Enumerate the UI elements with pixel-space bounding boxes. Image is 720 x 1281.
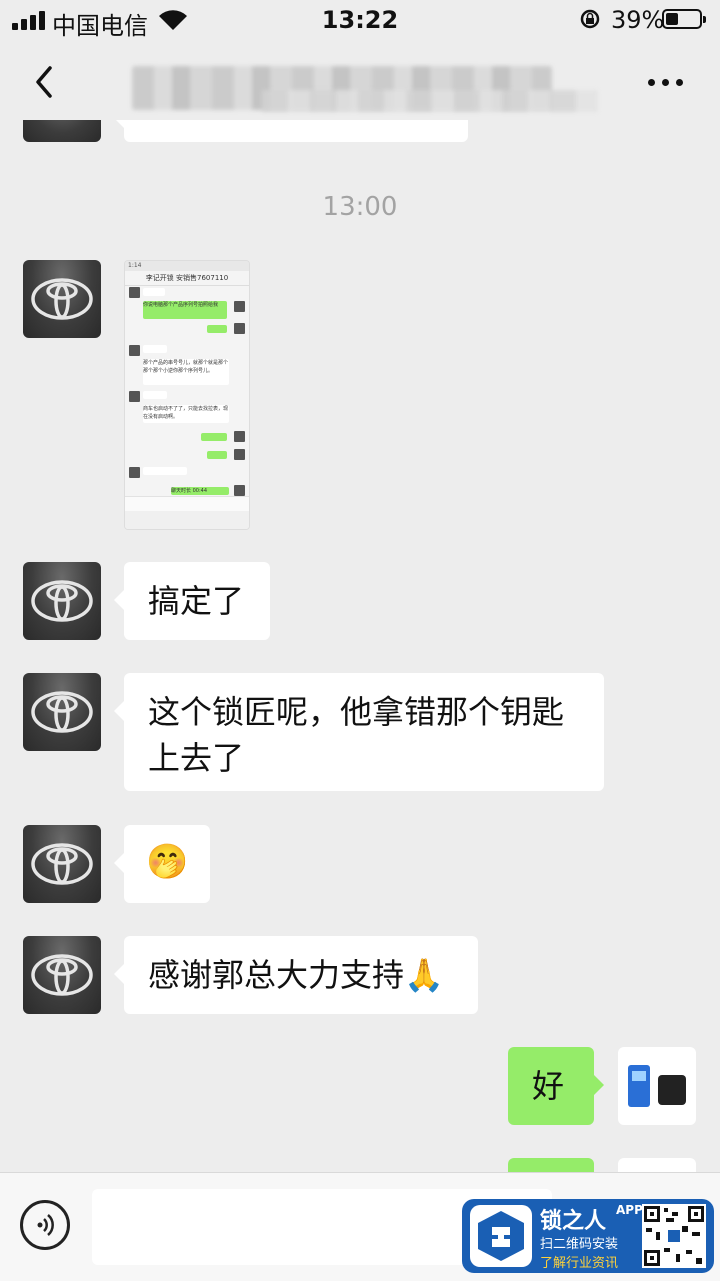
avatar[interactable]	[23, 673, 101, 751]
my-message-bubble[interactable]: 好	[508, 1047, 604, 1125]
chat-screenshot-image[interactable]: 1:14 李记开锁 安销售7607110 你说电脑那个产品序列号拍照给我 那个产…	[124, 260, 250, 530]
watermark-line1: 扫二维码安装	[540, 1237, 619, 1252]
watermark-app: APP	[616, 1203, 643, 1217]
battery-icon	[662, 9, 706, 29]
app-watermark: 锁之人 APP 扫二维码安装 了解行业资讯	[462, 1199, 714, 1273]
emoji-message-bubble[interactable]: 🤭	[114, 825, 210, 903]
message-bubble[interactable]: 感谢郭总大力支持🙏	[114, 936, 478, 1014]
qr-code	[642, 1204, 706, 1268]
timestamp: 13:00	[322, 192, 398, 222]
my-avatar[interactable]	[618, 1158, 696, 1172]
status-bar: 中国电信 13:22 39%	[0, 0, 720, 40]
avatar[interactable]	[23, 260, 101, 338]
my-avatar[interactable]	[618, 1047, 696, 1125]
watermark-line2: 了解行业资讯	[540, 1256, 619, 1271]
more-dots-icon[interactable]	[646, 76, 686, 88]
toyota-logo-icon	[31, 691, 93, 733]
message-bubble[interactable]: 这个锁匠呢，他拿错那个钥匙上去了	[114, 673, 604, 791]
chat-messages[interactable]: 13:00 1:14 李记开锁 安销售7607110 你说电脑那个产品序列号拍照…	[0, 120, 720, 1172]
battery-percent: 39%	[611, 6, 665, 34]
my-message-bubble[interactable]	[508, 1158, 594, 1172]
lock-app-logo-icon	[470, 1205, 532, 1267]
toyota-logo-icon	[31, 278, 93, 320]
chat-subtitle-blurred	[262, 90, 598, 112]
avatar[interactable]	[23, 120, 101, 142]
voice-input-icon[interactable]	[20, 1200, 70, 1250]
face-with-hand-over-mouth-icon: 🤭	[146, 842, 189, 882]
toyota-logo-icon	[31, 580, 93, 622]
rotation-lock-icon	[580, 9, 600, 29]
previous-message-bubble[interactable]	[114, 120, 468, 142]
toyota-logo-icon	[31, 843, 93, 885]
back-chevron-icon[interactable]	[30, 62, 60, 102]
nav-bar	[0, 40, 720, 120]
toyota-logo-icon	[31, 954, 93, 996]
avatar[interactable]	[23, 562, 101, 640]
avatar[interactable]	[23, 825, 101, 903]
message-bubble[interactable]: 搞定了	[114, 562, 270, 640]
avatar[interactable]	[23, 936, 101, 1014]
watermark-name: 锁之人	[540, 1209, 607, 1234]
